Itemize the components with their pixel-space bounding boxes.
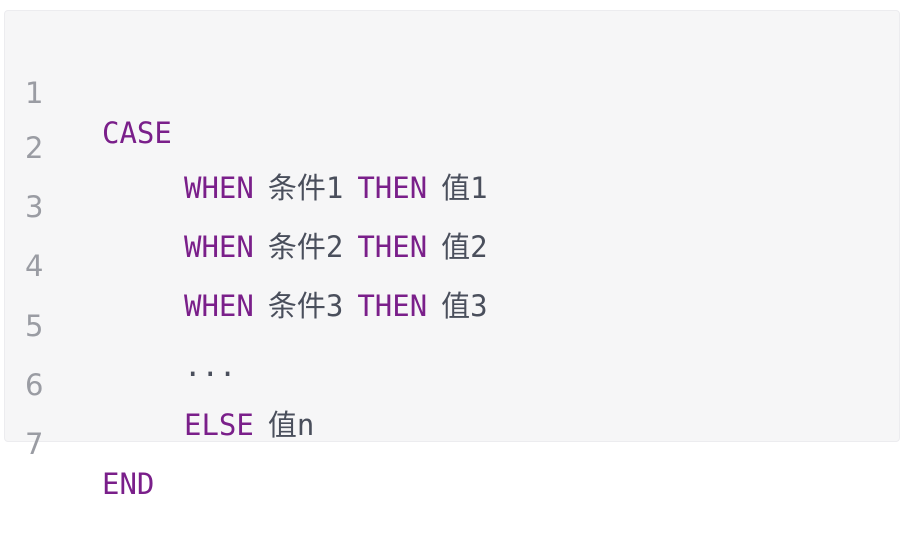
code-line-5: 5 ... bbox=[5, 266, 899, 383]
code-line-4: 4 WHEN 条件3 THEN 值3 bbox=[5, 206, 899, 323]
line-number: 7 bbox=[25, 427, 44, 461]
code-block: 1 CASE 2 WHEN 条件1 THEN 值1 3 WHEN 条件2 THEN 值2 4… bbox=[4, 10, 900, 501]
code-line-6: 6 ELSE 值n bbox=[5, 325, 899, 442]
code-line-1: 1 CASE bbox=[5, 33, 899, 150]
line-code: END bbox=[102, 464, 154, 504]
code-line-3: 3 WHEN 条件2 THEN 值2 bbox=[5, 147, 899, 264]
code-line-2: 2 WHEN 条件1 THEN 值1 bbox=[5, 88, 899, 205]
code-line-7: 7 END bbox=[5, 384, 899, 501]
keyword-token: END bbox=[102, 467, 155, 501]
